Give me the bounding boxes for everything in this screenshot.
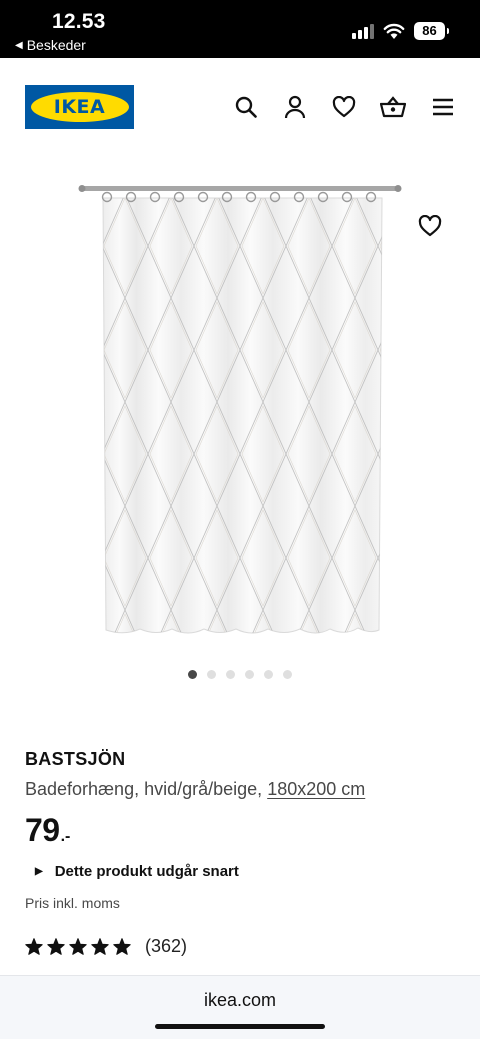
star-icon <box>113 938 131 955</box>
price-integer: 79 <box>25 812 60 848</box>
image-carousel-dots <box>0 670 480 679</box>
wishlist-heart-icon[interactable] <box>331 94 357 120</box>
back-app-label: Beskeder <box>26 37 86 53</box>
discontinued-notice-toggle[interactable]: ▶ Dette produkt udgår snart <box>35 863 239 880</box>
carousel-dot[interactable] <box>245 670 254 679</box>
site-header: IKEA <box>0 58 480 158</box>
review-count: (362) <box>145 936 188 956</box>
expand-triangle-icon: ▶ <box>35 866 43 877</box>
account-icon[interactable] <box>282 94 308 120</box>
star-icon <box>47 938 65 955</box>
search-icon[interactable] <box>233 94 259 120</box>
shower-curtain-image <box>78 185 402 634</box>
product-description: Badeforhæng, hvid/grå/beige, 180x200 cm <box>25 779 365 800</box>
menu-icon[interactable] <box>430 94 456 120</box>
product-type: Badeforhæng, hvid/grå/beige, <box>25 779 263 799</box>
discontinued-notice-text: Dette produkt udgår snart <box>54 863 239 880</box>
status-bar: 12.53 ◀ Beskeder 86 <box>0 0 480 58</box>
product-rating[interactable]: (362) <box>25 936 187 957</box>
add-to-favorites-button[interactable] <box>414 210 446 242</box>
cellular-signal-icon <box>352 24 374 39</box>
logo-text: IKEA <box>53 96 106 118</box>
back-to-app-link[interactable]: ◀ Beskeder <box>15 37 86 53</box>
vat-note: Pris inkl. moms <box>25 895 120 911</box>
carousel-dot[interactable] <box>226 670 235 679</box>
basket-icon[interactable] <box>380 94 406 120</box>
home-indicator <box>155 1024 325 1029</box>
carousel-dot[interactable] <box>283 670 292 679</box>
logo-oval: IKEA <box>30 92 129 122</box>
carousel-dot[interactable] <box>188 670 197 679</box>
rating-stars <box>25 938 131 955</box>
carousel-dot[interactable] <box>207 670 216 679</box>
star-icon <box>25 938 43 955</box>
product-name: BASTSJÖN <box>25 749 126 769</box>
price-decimal: .- <box>60 828 71 845</box>
star-icon <box>69 938 87 955</box>
browser-address-bar[interactable]: ikea.com <box>0 975 480 1039</box>
carousel-dot[interactable] <box>264 670 273 679</box>
ikea-logo[interactable]: IKEA <box>25 85 134 129</box>
product-image[interactable] <box>0 170 480 660</box>
status-time: 12.53 <box>52 10 106 33</box>
heart-icon <box>418 215 442 237</box>
product-size-link[interactable]: 180x200 cm <box>267 779 365 799</box>
url-text: ikea.com <box>203 990 277 1010</box>
battery-icon: 86 <box>414 22 449 40</box>
product-price: 79 .- <box>25 812 70 849</box>
star-icon <box>91 938 109 955</box>
wifi-icon <box>383 23 405 39</box>
back-arrow-icon: ◀ <box>15 39 23 51</box>
